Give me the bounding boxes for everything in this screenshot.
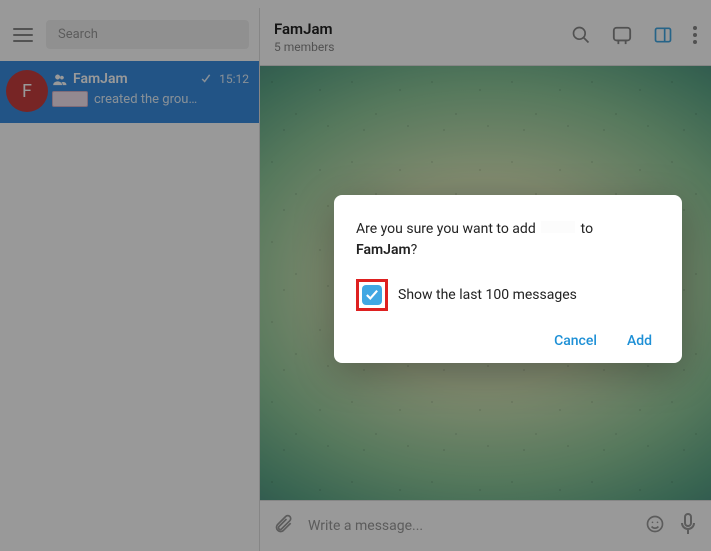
dialog-q-prefix: Are you sure you want to add [356,221,539,237]
show-history-option[interactable]: Show the last 100 messages [356,279,660,311]
masked-username [541,221,575,233]
checkbox-label: Show the last 100 messages [398,287,577,303]
add-button[interactable]: Add [627,333,652,349]
cancel-button[interactable]: Cancel [554,333,597,349]
checkbox-checked[interactable] [362,285,382,305]
dialog-buttons: Cancel Add [356,333,660,349]
dialog-q-suffix: to [577,221,593,237]
checkbox-highlight [356,279,388,311]
dialog-q-end: ? [411,242,418,258]
dialog-message: Are you sure you want to add to FamJam? [356,219,660,261]
dialog-group-name: FamJam [356,242,411,258]
add-member-dialog: Are you sure you want to add to FamJam? … [334,195,682,363]
